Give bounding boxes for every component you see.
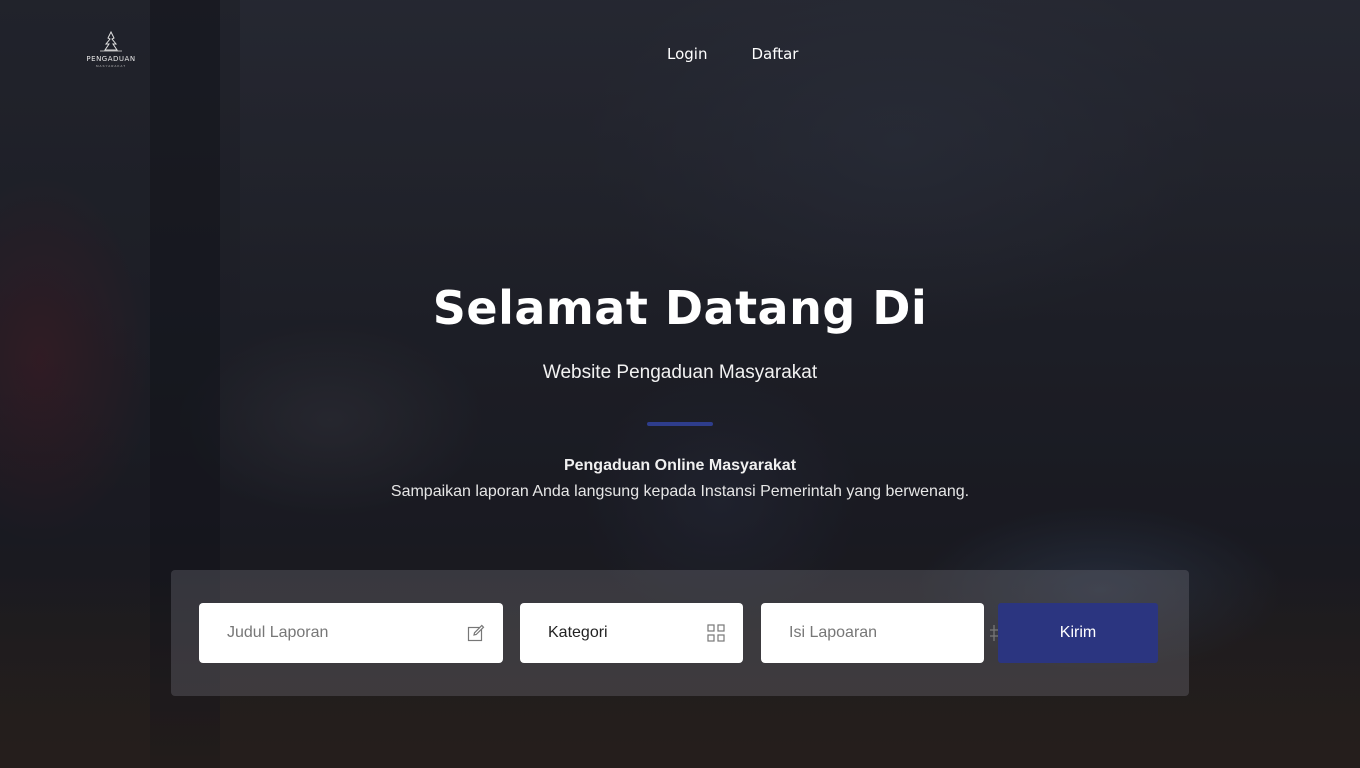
title-field[interactable] <box>199 603 503 663</box>
nav-register-link[interactable]: Daftar <box>751 44 798 64</box>
category-select-value: Kategori <box>548 624 608 641</box>
hero-subtitle: Website Pengaduan Masyarakat <box>542 362 818 383</box>
edit-icon <box>467 624 485 642</box>
logo-text: PENGADUAN <box>86 55 136 63</box>
hero-section: Selamat Datang Di Website Pengaduan Masy… <box>0 280 1360 502</box>
grid-icon <box>707 624 725 642</box>
site-logo[interactable]: PENGADUAN MASYARAKAT <box>86 30 136 74</box>
submit-button[interactable]: Kirim <box>998 603 1158 663</box>
title-input[interactable] <box>227 624 427 642</box>
report-form: Kategori Kirim <box>171 570 1189 696</box>
content-field[interactable] <box>761 603 1006 663</box>
content-input[interactable] <box>789 624 989 642</box>
main-nav: Login Daftar <box>667 44 798 64</box>
hero-description-title: Pengaduan Online Masyarakat <box>563 457 797 474</box>
site-header: PENGADUAN MASYARAKAT Login Daftar <box>0 0 1360 110</box>
logo-icon <box>100 30 122 52</box>
hero-description-text: Sampaikan laporan Anda langsung kepada I… <box>390 483 970 500</box>
category-select[interactable]: Kategori <box>520 603 743 663</box>
nav-login-link[interactable]: Login <box>667 44 707 64</box>
hero-divider <box>647 422 713 426</box>
logo-subtext: MASYARAKAT <box>95 64 127 68</box>
hero-title: Selamat Datang Di <box>432 281 928 335</box>
